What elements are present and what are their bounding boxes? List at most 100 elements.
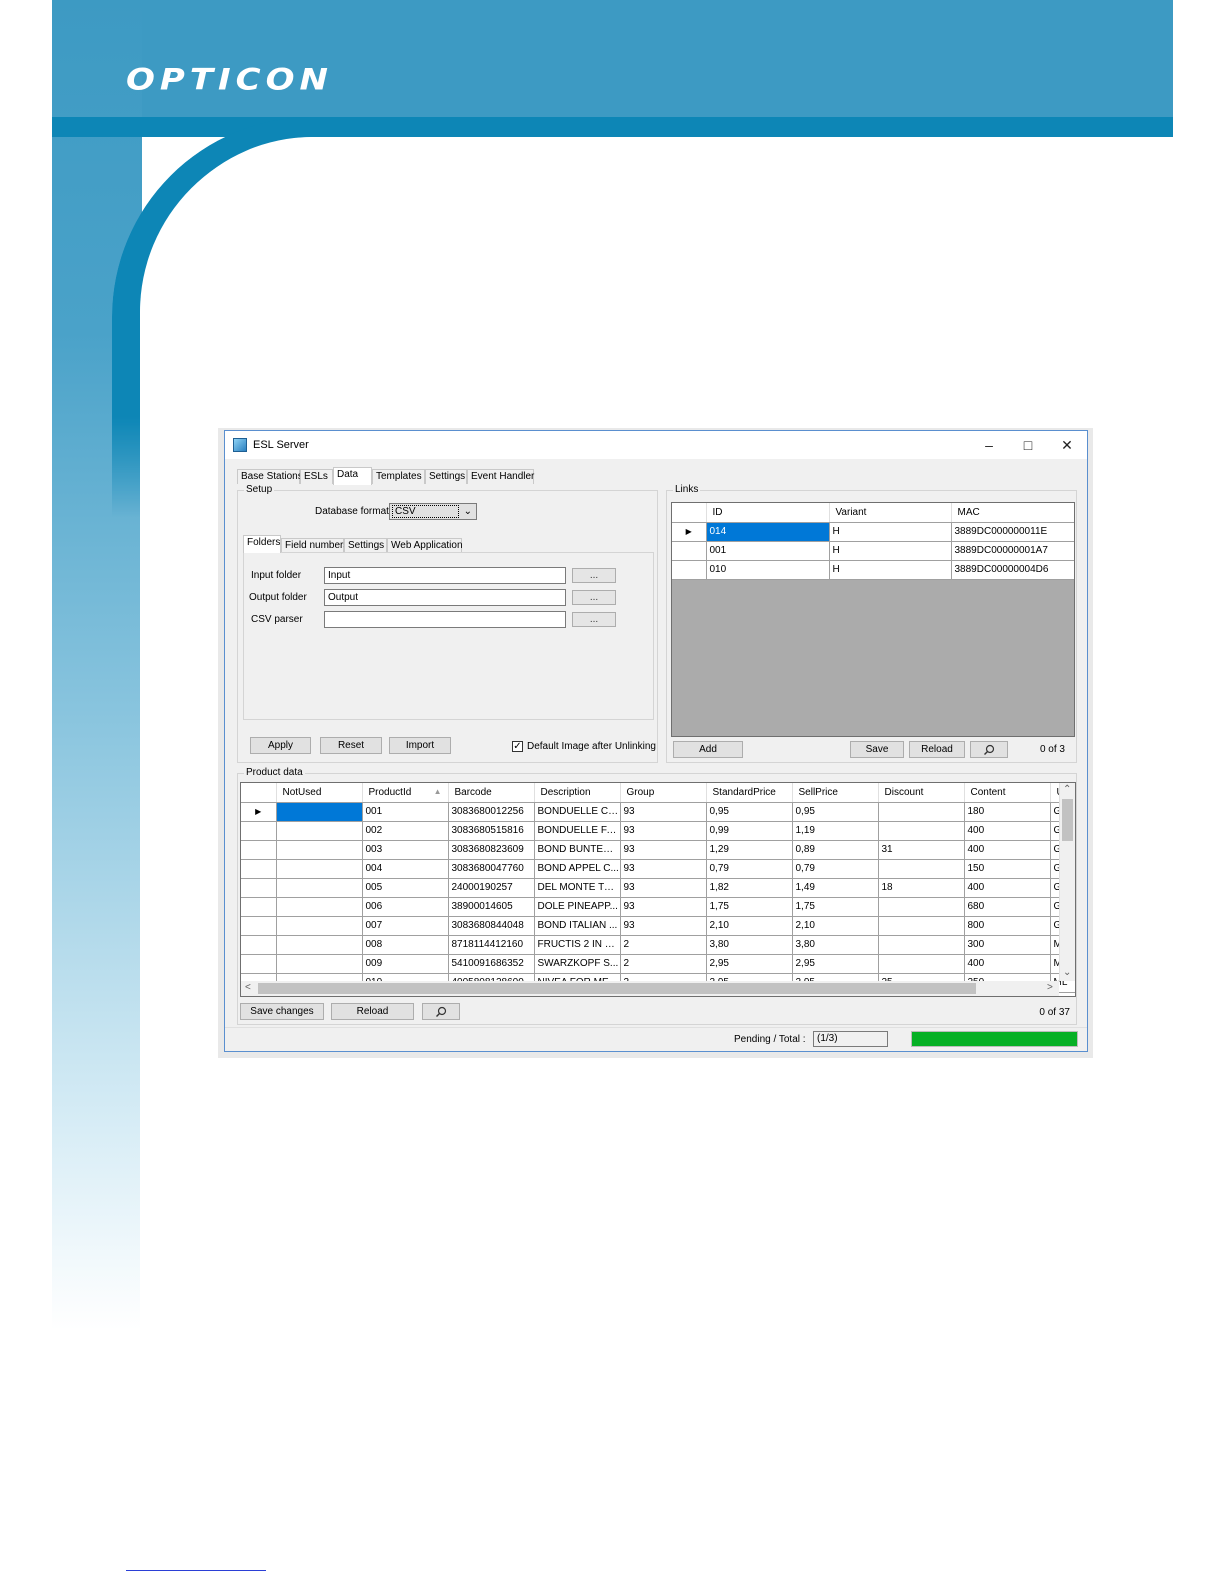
cell-sellprice[interactable]: 2,10: [792, 916, 879, 936]
cell-sellprice[interactable]: 1,49: [792, 878, 879, 898]
cell-group[interactable]: 93: [620, 859, 707, 879]
import-button[interactable]: Import: [389, 737, 451, 754]
cell-notused[interactable]: [276, 878, 363, 898]
cell-standardprice[interactable]: 2,10: [706, 916, 793, 936]
output-folder-browse-button[interactable]: ...: [572, 590, 616, 605]
table-row[interactable]: ▶ 014 H 3889DC000000011E: [672, 522, 1074, 542]
tab-templates[interactable]: Templates: [372, 469, 425, 484]
cell-content[interactable]: 300: [964, 935, 1051, 955]
table-row[interactable]: 006 38900014605 DOLE PINEAPP... 93 1,75 1,75 6…: [241, 897, 1075, 917]
cell-discount[interactable]: 31: [878, 840, 965, 860]
col-barcode[interactable]: Barcode: [448, 783, 535, 803]
tab-base-stations[interactable]: Base Stations: [237, 469, 303, 484]
link-id-cell[interactable]: 001: [706, 541, 830, 561]
cell-sellprice[interactable]: 2,95: [792, 954, 879, 974]
table-row[interactable]: 009 5410091686352 SWARZKOPF S... 2 2,95 2,95 4…: [241, 954, 1075, 974]
search-products-button[interactable]: [422, 1003, 460, 1020]
tab-settings[interactable]: Settings: [425, 469, 467, 484]
database-format-select[interactable]: CSV ⌄: [389, 503, 477, 520]
cell-description[interactable]: DEL MONTE TO...: [534, 878, 621, 898]
cell-notused[interactable]: [276, 859, 363, 879]
cell-productid[interactable]: 002: [362, 821, 449, 841]
cell-group[interactable]: 2: [620, 935, 707, 955]
cell-standardprice[interactable]: 0,99: [706, 821, 793, 841]
cell-content[interactable]: 400: [964, 878, 1051, 898]
save-links-button[interactable]: Save: [850, 741, 904, 758]
save-changes-button[interactable]: Save changes: [240, 1003, 324, 1020]
default-image-checkbox[interactable]: ✓: [512, 741, 523, 752]
link-variant-cell[interactable]: H: [829, 522, 952, 542]
input-folder-field[interactable]: Input: [324, 567, 566, 584]
link-variant-cell[interactable]: H: [829, 541, 952, 561]
cell-sellprice[interactable]: 3,80: [792, 935, 879, 955]
product-vertical-scrollbar[interactable]: ⌃ ⌄: [1059, 783, 1075, 981]
cell-sellprice[interactable]: 0,95: [792, 802, 879, 822]
cell-group[interactable]: 2: [620, 954, 707, 974]
output-folder-field[interactable]: Output: [324, 589, 566, 606]
col-standardprice[interactable]: StandardPrice: [706, 783, 793, 803]
cell-group[interactable]: 93: [620, 878, 707, 898]
reload-products-button[interactable]: Reload: [331, 1003, 414, 1020]
cell-notused[interactable]: [276, 802, 363, 822]
product-horizontal-scrollbar[interactable]: < >: [241, 981, 1059, 996]
cell-discount[interactable]: [878, 916, 965, 936]
cell-content[interactable]: 800: [964, 916, 1051, 936]
close-button[interactable]: ✕: [1049, 435, 1085, 455]
col-description[interactable]: Description: [534, 783, 621, 803]
scroll-down-icon[interactable]: ⌄: [1063, 967, 1071, 979]
cell-sellprice[interactable]: 1,75: [792, 897, 879, 917]
cell-barcode[interactable]: 38900014605: [448, 897, 535, 917]
cell-notused[interactable]: [276, 935, 363, 955]
cell-discount[interactable]: 18: [878, 878, 965, 898]
csv-parser-browse-button[interactable]: ...: [572, 612, 616, 627]
table-row[interactable]: 010 H 3889DC00000004D6: [672, 560, 1074, 580]
table-row[interactable]: 007 3083680844048 BOND ITALIAN ... 93 2,10 2,…: [241, 916, 1075, 936]
scroll-left-icon[interactable]: <: [245, 982, 251, 994]
link-mac-cell[interactable]: 3889DC000000011E: [951, 522, 1074, 542]
cell-discount[interactable]: [878, 935, 965, 955]
cell-group[interactable]: 93: [620, 821, 707, 841]
csv-parser-field[interactable]: [324, 611, 566, 628]
cell-description[interactable]: BONDUELLE FA...: [534, 821, 621, 841]
col-content[interactable]: Content: [964, 783, 1051, 803]
col-discount[interactable]: Discount: [878, 783, 965, 803]
col-notused[interactable]: NotUsed: [276, 783, 363, 803]
cell-standardprice[interactable]: 0,95: [706, 802, 793, 822]
col-sellprice[interactable]: SellPrice: [792, 783, 879, 803]
add-link-button[interactable]: Add: [673, 741, 743, 758]
cell-description[interactable]: FRUCTIS 2 IN 1 ...: [534, 935, 621, 955]
cell-barcode[interactable]: 24000190257: [448, 878, 535, 898]
cell-group[interactable]: 93: [620, 802, 707, 822]
table-row[interactable]: 005 24000190257 DEL MONTE TO... 93 1,82 1,49 1…: [241, 878, 1075, 898]
cell-productid[interactable]: 008: [362, 935, 449, 955]
cell-barcode[interactable]: 8718114412160: [448, 935, 535, 955]
cell-discount[interactable]: [878, 954, 965, 974]
cell-barcode[interactable]: 5410091686352: [448, 954, 535, 974]
link-id-cell[interactable]: 014: [706, 522, 830, 542]
cell-group[interactable]: 93: [620, 840, 707, 860]
cell-barcode[interactable]: 3083680012256: [448, 802, 535, 822]
col-productid[interactable]: ProductId ▲: [362, 783, 449, 803]
cell-barcode[interactable]: 3083680844048: [448, 916, 535, 936]
cell-standardprice[interactable]: 1,82: [706, 878, 793, 898]
table-row[interactable]: 008 8718114412160 FRUCTIS 2 IN 1 ... 2 3,80 3…: [241, 935, 1075, 955]
cell-description[interactable]: BOND APPEL C...: [534, 859, 621, 879]
cell-standardprice[interactable]: 1,29: [706, 840, 793, 860]
table-row[interactable]: 002 3083680515816 BONDUELLE FA... 93 0,99 1,1…: [241, 821, 1075, 841]
tab-esls[interactable]: ESLs: [300, 469, 333, 484]
col-group[interactable]: Group: [620, 783, 707, 803]
cell-productid[interactable]: 003: [362, 840, 449, 860]
horizontal-scroll-thumb[interactable]: [258, 983, 976, 994]
cell-discount[interactable]: [878, 821, 965, 841]
subtab-field-numbers[interactable]: Field numbers: [281, 538, 348, 553]
cell-notused[interactable]: [276, 916, 363, 936]
scroll-up-icon[interactable]: ⌃: [1063, 784, 1071, 796]
input-folder-browse-button[interactable]: ...: [572, 568, 616, 583]
cell-description[interactable]: DOLE PINEAPP...: [534, 897, 621, 917]
cell-content[interactable]: 400: [964, 821, 1051, 841]
cell-description[interactable]: BOND BUNTER ...: [534, 840, 621, 860]
cell-sellprice[interactable]: 1,19: [792, 821, 879, 841]
cell-productid[interactable]: 004: [362, 859, 449, 879]
cell-content[interactable]: 180: [964, 802, 1051, 822]
cell-standardprice[interactable]: 3,80: [706, 935, 793, 955]
